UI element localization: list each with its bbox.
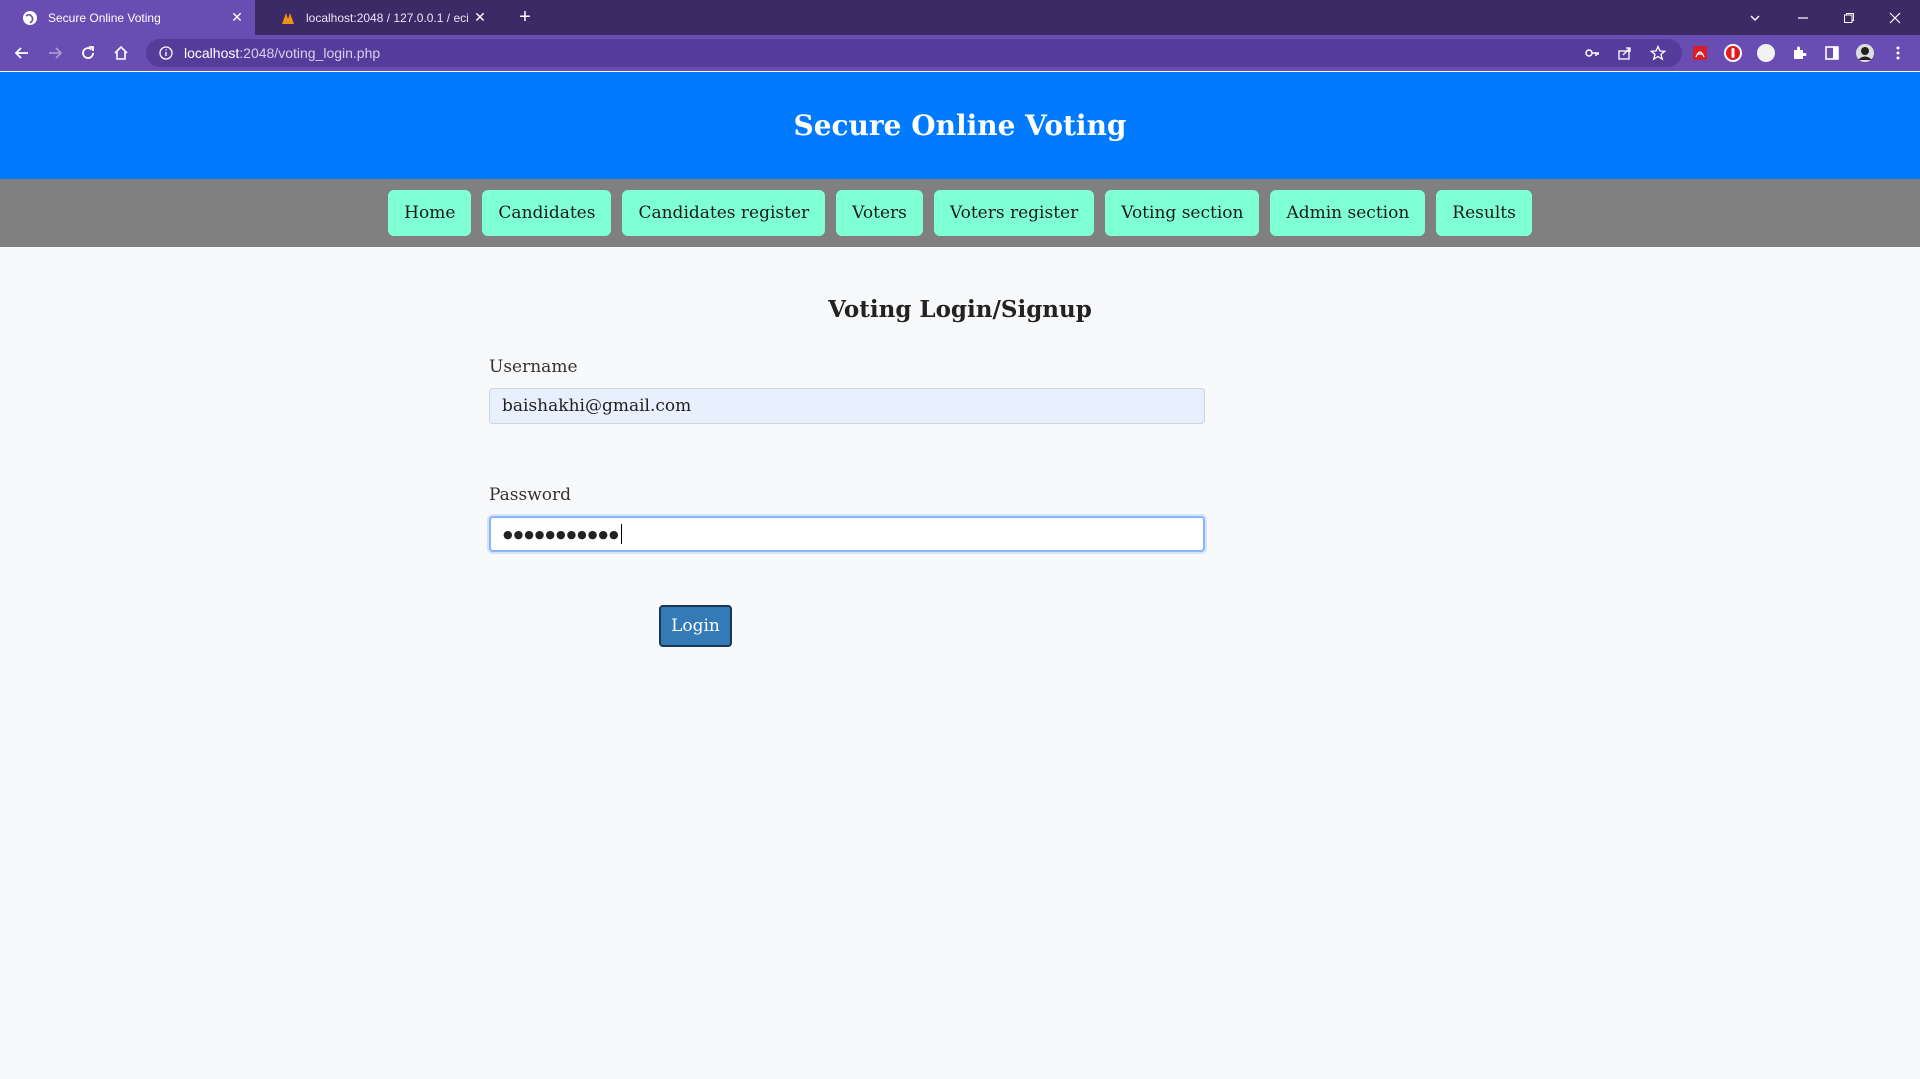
- site-header: Secure Online Voting: [0, 72, 1920, 179]
- username-value: baishakhi@gmail.com: [502, 396, 692, 416]
- password-input[interactable]: ●●●●●●●●●●●: [489, 516, 1205, 552]
- form-heading: Voting Login/Signup: [828, 296, 1092, 323]
- nav-home[interactable]: Home: [388, 190, 472, 236]
- info-icon[interactable]: [158, 45, 174, 61]
- minimize-icon[interactable]: [1780, 0, 1826, 35]
- share-icon[interactable]: [1613, 41, 1637, 65]
- bookmark-star-icon[interactable]: [1646, 41, 1670, 65]
- home-icon[interactable]: [109, 41, 133, 65]
- close-icon[interactable]: ✕: [472, 9, 488, 26]
- password-value: ●●●●●●●●●●●: [503, 527, 620, 541]
- nav-voters-register[interactable]: Voters register: [933, 190, 1095, 236]
- username-input[interactable]: baishakhi@gmail.com: [489, 388, 1205, 424]
- text-caret: [620, 524, 622, 544]
- extensions-puzzle-icon[interactable]: [1787, 41, 1811, 65]
- close-window-icon[interactable]: [1872, 0, 1918, 35]
- profile-avatar-icon[interactable]: [1853, 41, 1877, 65]
- reload-icon[interactable]: [76, 41, 100, 65]
- back-icon[interactable]: [10, 41, 34, 65]
- browser-tabstrip: Secure Online Voting ✕ localhost:2048 / …: [0, 0, 1920, 35]
- key-icon[interactable]: [1580, 41, 1604, 65]
- tab-title: Secure Online Voting: [48, 10, 161, 25]
- nav-voters[interactable]: Voters: [836, 190, 923, 236]
- site-title: Secure Online Voting: [793, 109, 1127, 142]
- pdf-extension-icon[interactable]: [1688, 41, 1712, 65]
- nav-voting-section[interactable]: Voting section: [1105, 190, 1260, 236]
- menu-kebab-icon[interactable]: [1886, 41, 1910, 65]
- address-bar[interactable]: localhost:2048/voting_login.php: [146, 39, 1682, 67]
- new-tab-button[interactable]: +: [514, 6, 536, 28]
- tab-title: localhost:2048 / 127.0.0.1 / eci / ...: [306, 10, 472, 25]
- restore-icon[interactable]: [1826, 0, 1872, 35]
- nav-candidates[interactable]: Candidates: [482, 190, 612, 236]
- side-panel-icon[interactable]: [1820, 41, 1844, 65]
- forward-icon[interactable]: [43, 41, 67, 65]
- username-label: Username: [489, 357, 578, 377]
- browser-toolbar: localhost:2048/voting_login.php: [0, 35, 1920, 71]
- tab-phpmyadmin[interactable]: localhost:2048 / 127.0.0.1 / eci / ... ✕: [258, 0, 498, 35]
- password-label: Password: [489, 485, 572, 505]
- url-text: localhost:2048/voting_login.php: [184, 45, 381, 61]
- tab-secure-online-voting[interactable]: Secure Online Voting ✕: [0, 0, 255, 35]
- globe-icon: [22, 10, 38, 26]
- login-button[interactable]: Login: [659, 605, 732, 647]
- extension-circle-icon[interactable]: [1754, 41, 1778, 65]
- main-nav: Home Candidates Candidates register Vote…: [0, 179, 1920, 247]
- tab-search-icon[interactable]: [1732, 0, 1778, 35]
- nav-results[interactable]: Results: [1436, 190, 1532, 236]
- phpmyadmin-icon: [280, 10, 296, 26]
- adblock-extension-icon[interactable]: [1721, 41, 1745, 65]
- close-icon[interactable]: ✕: [229, 9, 245, 26]
- nav-admin-section[interactable]: Admin section: [1270, 190, 1426, 236]
- nav-candidates-register[interactable]: Candidates register: [622, 190, 826, 236]
